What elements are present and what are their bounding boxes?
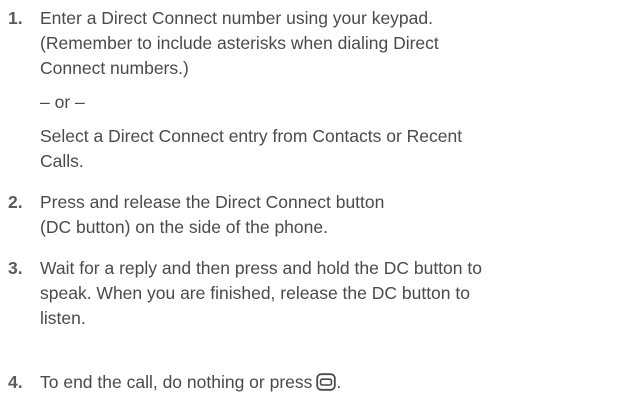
step-line: To end the call, do nothing or press bbox=[40, 372, 313, 392]
step-3: 3. Wait for a reply and then press and h… bbox=[8, 256, 629, 331]
step-line: listen. bbox=[40, 308, 86, 328]
step-number: 4. bbox=[8, 372, 23, 392]
step-line: Press and release the Direct Connect but… bbox=[40, 192, 385, 212]
step-line: Select a Direct Connect entry from Conta… bbox=[40, 126, 463, 146]
end-key-icon bbox=[316, 373, 337, 398]
step-body: Press and release the Direct Connect but… bbox=[40, 190, 625, 240]
step-number: 1. bbox=[8, 8, 23, 28]
step-number: 2. bbox=[8, 192, 23, 212]
step-line: (DC button) on the side of the phone. bbox=[40, 217, 328, 237]
instructions-document: 1. Enter a Direct Connect number using y… bbox=[0, 0, 639, 415]
step-4: 4. To end the call, do nothing or press … bbox=[8, 370, 629, 398]
step-line: Calls. bbox=[40, 151, 84, 171]
step-body: Enter a Direct Connect number using your… bbox=[40, 6, 625, 174]
step-line: speak. When you are finished, release th… bbox=[40, 283, 470, 303]
step-number: 3. bbox=[8, 258, 23, 278]
step-line: Connect numbers.) bbox=[40, 58, 189, 78]
step-2: 2. Press and release the Direct Connect … bbox=[8, 190, 629, 240]
step-body: Wait for a reply and then press and hold… bbox=[40, 256, 625, 331]
step-1: 1. Enter a Direct Connect number using y… bbox=[8, 6, 629, 174]
step-line: (Remember to include asterisks when dial… bbox=[40, 33, 439, 53]
or-separator: – or – bbox=[40, 92, 85, 112]
step-line: Wait for a reply and then press and hold… bbox=[40, 258, 482, 278]
step-body: To end the call, do nothing or press . bbox=[40, 370, 625, 398]
step-line-end: . bbox=[336, 372, 342, 392]
step-line: Enter a Direct Connect number using your… bbox=[40, 8, 433, 28]
